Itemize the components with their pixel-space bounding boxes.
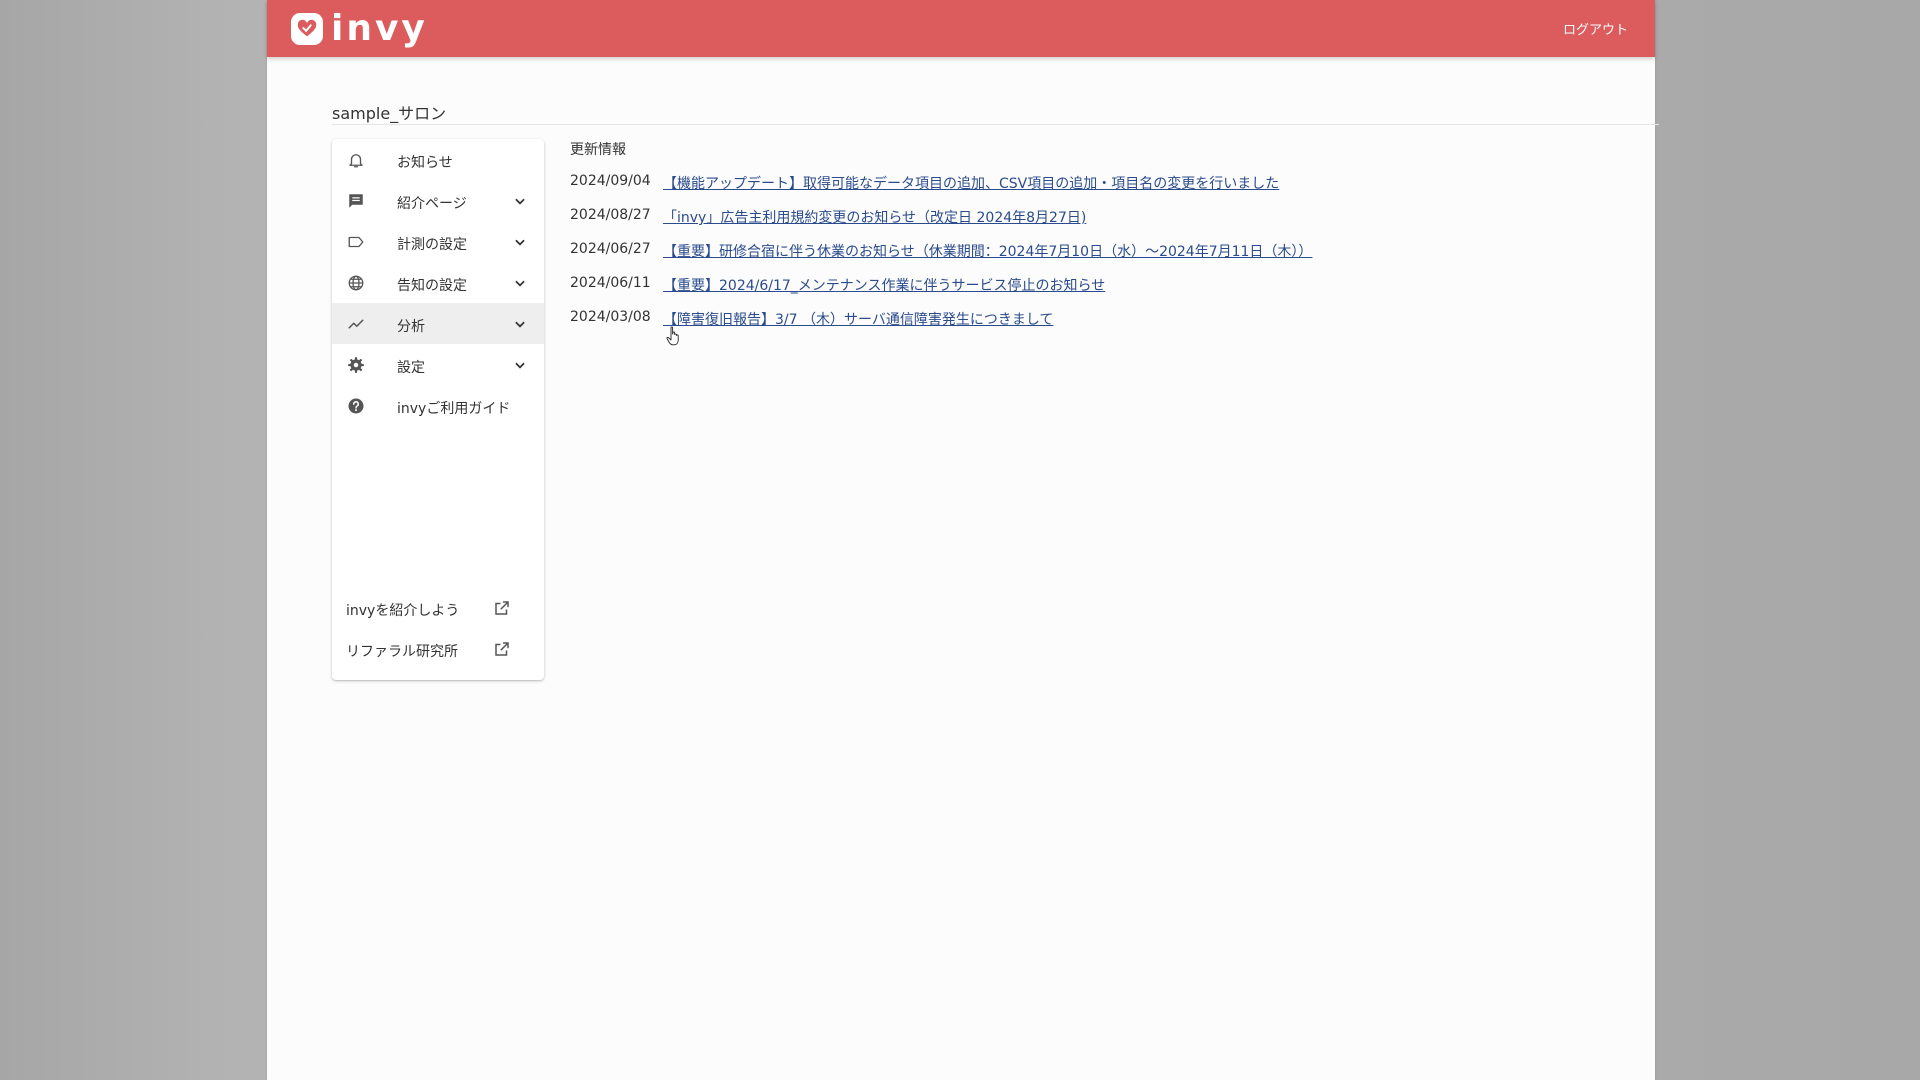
logo-heart-icon xyxy=(291,13,323,45)
chevron-down-icon xyxy=(515,362,525,369)
title-divider xyxy=(332,124,1659,125)
news-link[interactable]: 【障害復旧報告】3/7 （木）サーバ通信障害発生につきまして xyxy=(663,309,1053,329)
sidebar-item-announcement-settings[interactable]: 告知の設定 xyxy=(332,262,544,303)
news-link[interactable]: 「invy」広告主利用規約変更のお知らせ（改定日 2024年8月27日) xyxy=(663,207,1086,227)
tag-icon xyxy=(346,232,366,252)
sidebar-item-settings[interactable]: 設定 xyxy=(332,344,544,385)
message-icon xyxy=(346,191,366,211)
chevron-down-icon xyxy=(515,280,525,287)
sidebar-item-label: 告知の設定 xyxy=(397,278,467,294)
external-link-label: リファラル研究所 xyxy=(346,644,458,660)
bell-icon xyxy=(346,150,366,170)
sidebar: お知らせ 紹介ページ 計測の設定 告知の設定 分析 設定 invyご利用ガイド … xyxy=(332,139,544,680)
hand-cursor-icon xyxy=(666,326,679,346)
news-date: 2024/08/27 xyxy=(570,207,651,223)
sidebar-item-analytics[interactable]: 分析 xyxy=(332,303,544,344)
sidebar-item-notice[interactable]: お知らせ xyxy=(332,139,544,180)
help-icon xyxy=(346,396,366,416)
news-date: 2024/03/08 xyxy=(570,309,651,325)
news-link[interactable]: 【機能アップデート】取得可能なデータ項目の追加、CSV項目の追加・項目名の変更を… xyxy=(663,173,1279,193)
chevron-down-icon xyxy=(515,239,525,246)
external-link-icon xyxy=(495,601,509,615)
invy-logo[interactable]: invy xyxy=(291,9,428,49)
list-item: 2024/06/27 【重要】研修合宿に伴う休業のお知らせ（休業期間：2024年… xyxy=(570,241,1312,275)
external-link-label: invyを紹介しよう xyxy=(346,603,460,619)
external-link-introduce-invy[interactable]: invyを紹介しよう xyxy=(332,590,544,626)
page-title: sample_サロン xyxy=(332,104,447,123)
sidebar-item-label: 紹介ページ xyxy=(397,196,467,212)
sidebar-item-guide[interactable]: invyご利用ガイド xyxy=(332,385,544,426)
list-item: 2024/09/04 【機能アップデート】取得可能なデータ項目の追加、CSV項目… xyxy=(570,173,1312,207)
news-link[interactable]: 【重要】研修合宿に伴う休業のお知らせ（休業期間：2024年7月10日（水）〜20… xyxy=(663,241,1312,261)
logo-text: invy xyxy=(331,8,428,49)
news-date: 2024/06/27 xyxy=(570,241,651,257)
sidebar-item-label: 計測の設定 xyxy=(397,237,467,253)
globe-icon xyxy=(346,273,366,293)
news-date: 2024/09/04 xyxy=(570,173,651,189)
news-list: 2024/09/04 【機能アップデート】取得可能なデータ項目の追加、CSV項目… xyxy=(570,173,1312,343)
external-link-icon xyxy=(495,642,509,656)
sidebar-item-intro-page[interactable]: 紹介ページ xyxy=(332,180,544,221)
gear-icon xyxy=(346,355,366,375)
news-date: 2024/06/11 xyxy=(570,275,651,291)
sidebar-item-label: 分析 xyxy=(397,319,425,335)
app-window: invy ログアウト sample_サロン お知らせ 紹介ページ 計測の設定 告… xyxy=(267,0,1659,1080)
list-item: 2024/06/11 【重要】2024/6/17_メンテナンス作業に伴うサービス… xyxy=(570,275,1312,309)
sidebar-item-measurement-settings[interactable]: 計測の設定 xyxy=(332,221,544,262)
sidebar-item-label: お知らせ xyxy=(397,155,453,171)
chevron-down-icon xyxy=(515,198,525,205)
sidebar-item-label: invyご利用ガイド xyxy=(397,401,511,417)
sidebar-item-label: 設定 xyxy=(397,360,425,376)
app-header: invy ログアウト xyxy=(267,0,1655,57)
trend-icon xyxy=(346,314,366,334)
list-item: 2024/08/27 「invy」広告主利用規約変更のお知らせ（改定日 2024… xyxy=(570,207,1312,241)
external-link-referral-lab[interactable]: リファラル研究所 xyxy=(332,631,544,667)
chevron-down-icon xyxy=(515,321,525,328)
news-link[interactable]: 【重要】2024/6/17_メンテナンス作業に伴うサービス停止のお知らせ xyxy=(663,275,1105,295)
news-heading: 更新情報 xyxy=(570,142,626,158)
logout-button[interactable]: ログアウト xyxy=(1563,19,1628,38)
